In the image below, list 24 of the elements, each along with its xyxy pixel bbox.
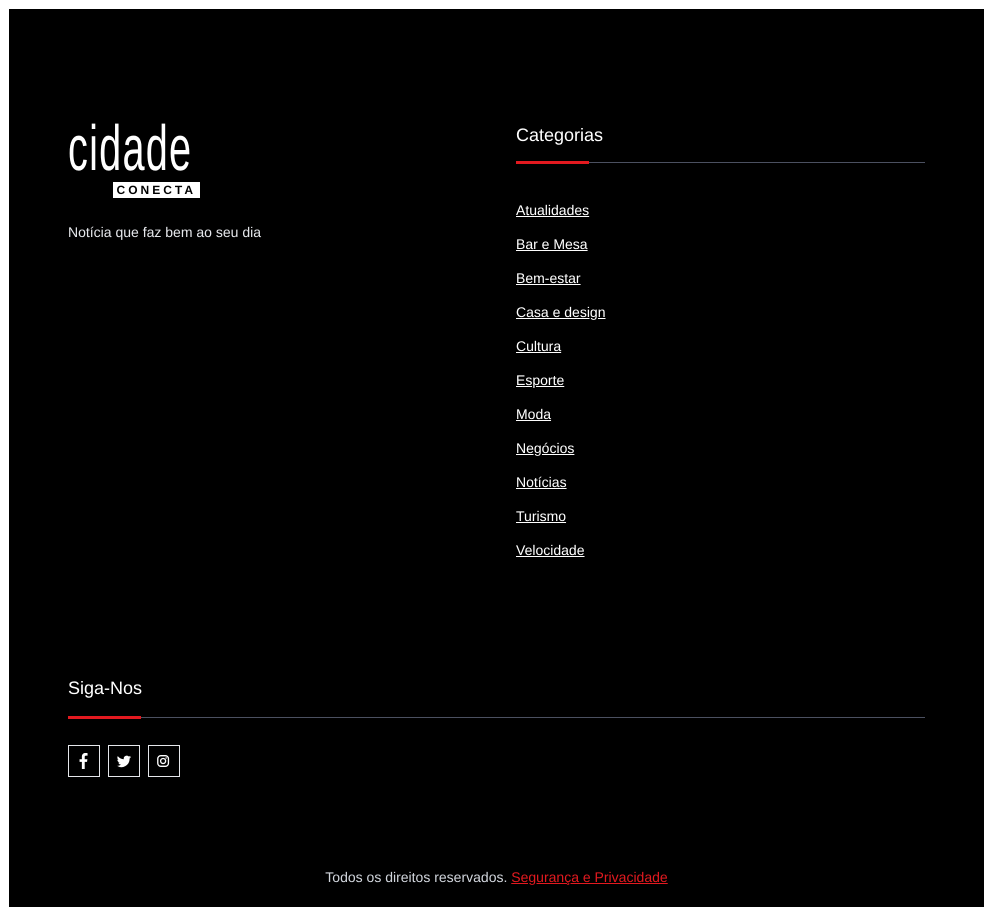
category-link[interactable]: Velocidade	[516, 540, 585, 561]
section-title: Categorias	[516, 124, 604, 147]
social-link[interactable]	[68, 745, 100, 777]
logo[interactable]: cidade CONECTA	[68, 116, 200, 198]
tagline: Notícia que faz bem ao seu dia	[68, 223, 262, 242]
section-title: Siga-Nos	[68, 677, 144, 700]
category-link[interactable]: Moda	[516, 404, 552, 425]
copyright-text: Todos os direitos reservados. Segurança e Privacidade	[325, 868, 668, 887]
category-link[interactable]: Atualidades	[516, 200, 590, 221]
instagram-icon	[156, 753, 172, 769]
category-link[interactable]: Esporte	[516, 370, 564, 391]
logo-tagline: CONECTA	[112, 182, 200, 198]
category-link[interactable]: Casa e design	[516, 302, 606, 323]
social-link[interactable]	[108, 745, 140, 777]
social-link[interactable]	[148, 745, 180, 777]
category-link[interactable]: Cultura	[516, 336, 562, 357]
logo-wordmark: cidade	[68, 116, 192, 180]
privacy-link[interactable]: Segurança e Privacidade	[511, 869, 668, 885]
twitter-icon	[116, 753, 132, 769]
category-link[interactable]: Negócios	[516, 438, 574, 459]
category-link[interactable]: Bar e Mesa	[516, 234, 588, 255]
category-link[interactable]: Bem-estar	[516, 268, 581, 289]
category-link[interactable]: Notícias	[516, 472, 567, 493]
category-link[interactable]: Turismo	[516, 506, 566, 527]
